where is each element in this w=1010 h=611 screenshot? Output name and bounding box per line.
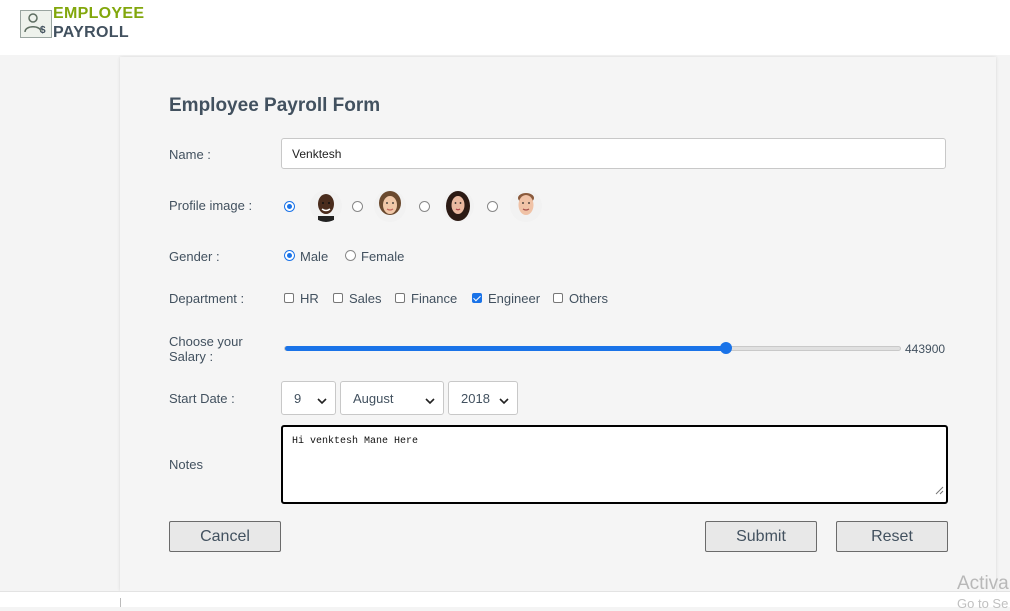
avatar-woman-dark-hair-icon[interactable] xyxy=(442,190,474,222)
brand-line2: PAYROLL xyxy=(53,24,129,41)
start-date-label: Start Date : xyxy=(169,391,235,406)
salary-value: 443900 xyxy=(905,342,946,356)
activation-watermark-sub: Go to Se xyxy=(957,596,1009,611)
gender-label: Gender : xyxy=(169,249,220,264)
dept-checkbox-engineer[interactable] xyxy=(472,293,482,303)
submit-button[interactable]: Submit xyxy=(705,521,817,552)
month-select[interactable]: August xyxy=(340,381,444,415)
salary-label-line1: Choose your xyxy=(169,334,243,349)
year-select-value: 2018 xyxy=(461,391,490,406)
user-dollar-icon: $ xyxy=(20,10,52,38)
name-input[interactable] xyxy=(281,138,946,169)
notes-label: Notes xyxy=(169,457,203,472)
name-label: Name : xyxy=(169,147,211,162)
dept-others-label: Others xyxy=(569,291,609,306)
dept-checkbox-finance[interactable] xyxy=(395,293,405,303)
dept-sales-label: Sales xyxy=(349,291,382,306)
notes-text: Hi venktesh Mane Here xyxy=(292,436,419,447)
brand-line1: EMPLOYEE xyxy=(53,5,145,22)
profile-radio-4[interactable] xyxy=(487,201,498,212)
activation-watermark: Activa xyxy=(957,573,1009,594)
avatar-woman-light-icon[interactable] xyxy=(374,190,406,222)
bottom-strip xyxy=(0,591,1010,607)
month-select-value: August xyxy=(353,391,394,406)
department-label: Department : xyxy=(169,291,245,306)
salary-slider[interactable] xyxy=(284,342,901,354)
form-title: Employee Payroll Form xyxy=(169,95,381,116)
cancel-button[interactable]: Cancel xyxy=(169,521,281,552)
svg-text:$: $ xyxy=(40,25,46,35)
profile-radio-2[interactable] xyxy=(352,201,363,212)
dept-checkbox-others[interactable] xyxy=(553,293,563,303)
avatar-man-light-icon[interactable] xyxy=(510,190,542,222)
day-select[interactable]: 9 xyxy=(281,381,336,415)
gender-female-label: Female xyxy=(361,249,405,264)
salary-slider-fill xyxy=(285,346,726,351)
profile-radio-3[interactable] xyxy=(419,201,430,212)
app-header: $ EMPLOYEE PAYROLL xyxy=(0,0,1010,55)
dept-engineer-label: Engineer xyxy=(488,291,541,306)
gender-male-label: Male xyxy=(300,249,329,264)
salary-label-line2: Salary : xyxy=(169,349,214,364)
salary-slider-thumb[interactable] xyxy=(719,342,732,354)
gender-radio-male[interactable] xyxy=(284,250,295,261)
year-select[interactable]: 2018 xyxy=(448,381,518,415)
dept-finance-label: Finance xyxy=(411,291,458,306)
dept-checkbox-hr[interactable] xyxy=(284,293,294,303)
chevron-down-icon xyxy=(499,393,509,408)
dept-hr-label: HR xyxy=(300,291,319,306)
notes-textarea[interactable]: Hi venktesh Mane Here xyxy=(281,425,948,504)
profile-image-label: Profile image : xyxy=(169,198,253,213)
profile-radio-1[interactable] xyxy=(284,201,295,212)
chevron-down-icon xyxy=(317,393,327,408)
reset-button[interactable]: Reset xyxy=(836,521,948,552)
day-select-value: 9 xyxy=(294,391,302,406)
chevron-down-icon xyxy=(425,393,435,408)
avatar-man-dark-skin-icon[interactable] xyxy=(310,190,342,222)
resize-grip-icon[interactable] xyxy=(935,482,944,500)
dept-checkbox-sales[interactable] xyxy=(333,293,343,303)
gender-radio-female[interactable] xyxy=(345,250,356,261)
